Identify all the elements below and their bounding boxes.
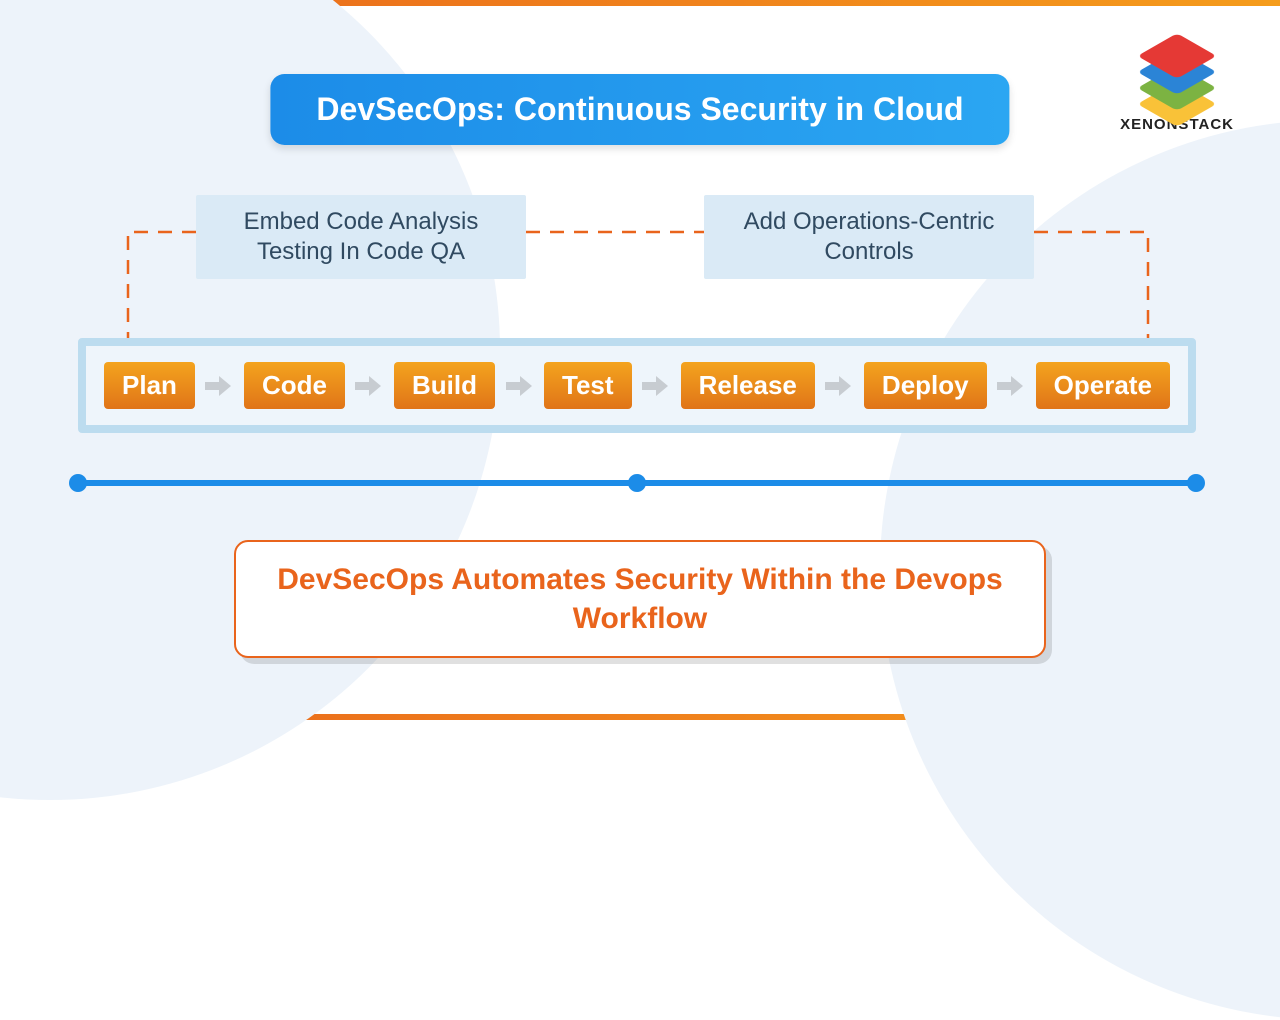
stage-deploy: Deploy bbox=[864, 362, 987, 409]
timeline-bar bbox=[78, 480, 1196, 486]
arrow-icon bbox=[825, 376, 853, 396]
arrow-icon bbox=[205, 376, 233, 396]
info-box-code-analysis: Embed Code Analysis Testing In Code QA bbox=[196, 195, 526, 279]
timeline-dot-start bbox=[69, 474, 87, 492]
stage-operate: Operate bbox=[1036, 362, 1170, 409]
pipeline-container: Plan Code Build Test Release Deploy Oper… bbox=[78, 338, 1196, 433]
arrow-icon bbox=[642, 376, 670, 396]
arrow-icon bbox=[355, 376, 383, 396]
stage-plan: Plan bbox=[104, 362, 195, 409]
arrow-icon bbox=[997, 376, 1025, 396]
timeline-dot-middle bbox=[628, 474, 646, 492]
arrow-icon bbox=[506, 376, 534, 396]
page-title: DevSecOps: Continuous Security in Cloud bbox=[270, 74, 1009, 145]
stage-code: Code bbox=[244, 362, 345, 409]
stage-build: Build bbox=[394, 362, 495, 409]
stage-test: Test bbox=[544, 362, 632, 409]
stack-icon bbox=[1135, 28, 1219, 112]
stage-release: Release bbox=[681, 362, 815, 409]
info-box-operations-controls: Add Operations-Centric Controls bbox=[704, 195, 1034, 279]
brand-logo: XENONSTACK bbox=[1120, 28, 1234, 133]
timeline-dot-end bbox=[1187, 474, 1205, 492]
summary-callout: DevSecOps Automates Security Within the … bbox=[234, 540, 1046, 658]
